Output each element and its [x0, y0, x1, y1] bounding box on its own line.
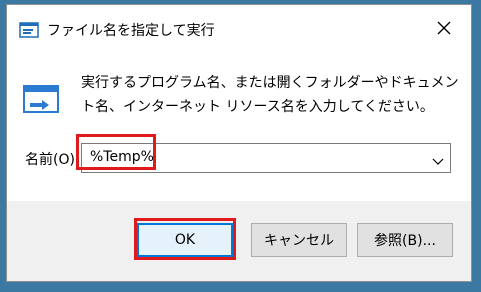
ok-button[interactable]: OK [137, 223, 233, 257]
close-icon [437, 21, 451, 35]
browse-button[interactable]: 参照(B)... [357, 223, 453, 257]
name-label: 名前(O): [25, 152, 80, 168]
cancel-button[interactable]: キャンセル [251, 223, 347, 257]
close-button[interactable] [435, 19, 453, 37]
run-dialog: ファイル名を指定して実行 実行するプログラム名、または開くフォルダーやドキュメン… [6, 4, 472, 282]
description-text: 実行するプログラム名、または開くフォルダーやドキュメント名、インターネット リソ… [81, 75, 459, 115]
dropdown-arrow-icon[interactable] [432, 152, 444, 165]
run-combobox[interactable]: %Temp% [81, 143, 451, 173]
run-app-icon [19, 21, 39, 39]
title-bar: ファイル名を指定して実行 [7, 5, 471, 51]
dialog-title: ファイル名を指定して実行 [47, 23, 215, 39]
dialog-content: 実行するプログラム名、または開くフォルダーやドキュメント名、インターネット リソ… [7, 51, 471, 201]
run-icon [23, 83, 61, 117]
run-input[interactable]: %Temp% [90, 149, 154, 165]
